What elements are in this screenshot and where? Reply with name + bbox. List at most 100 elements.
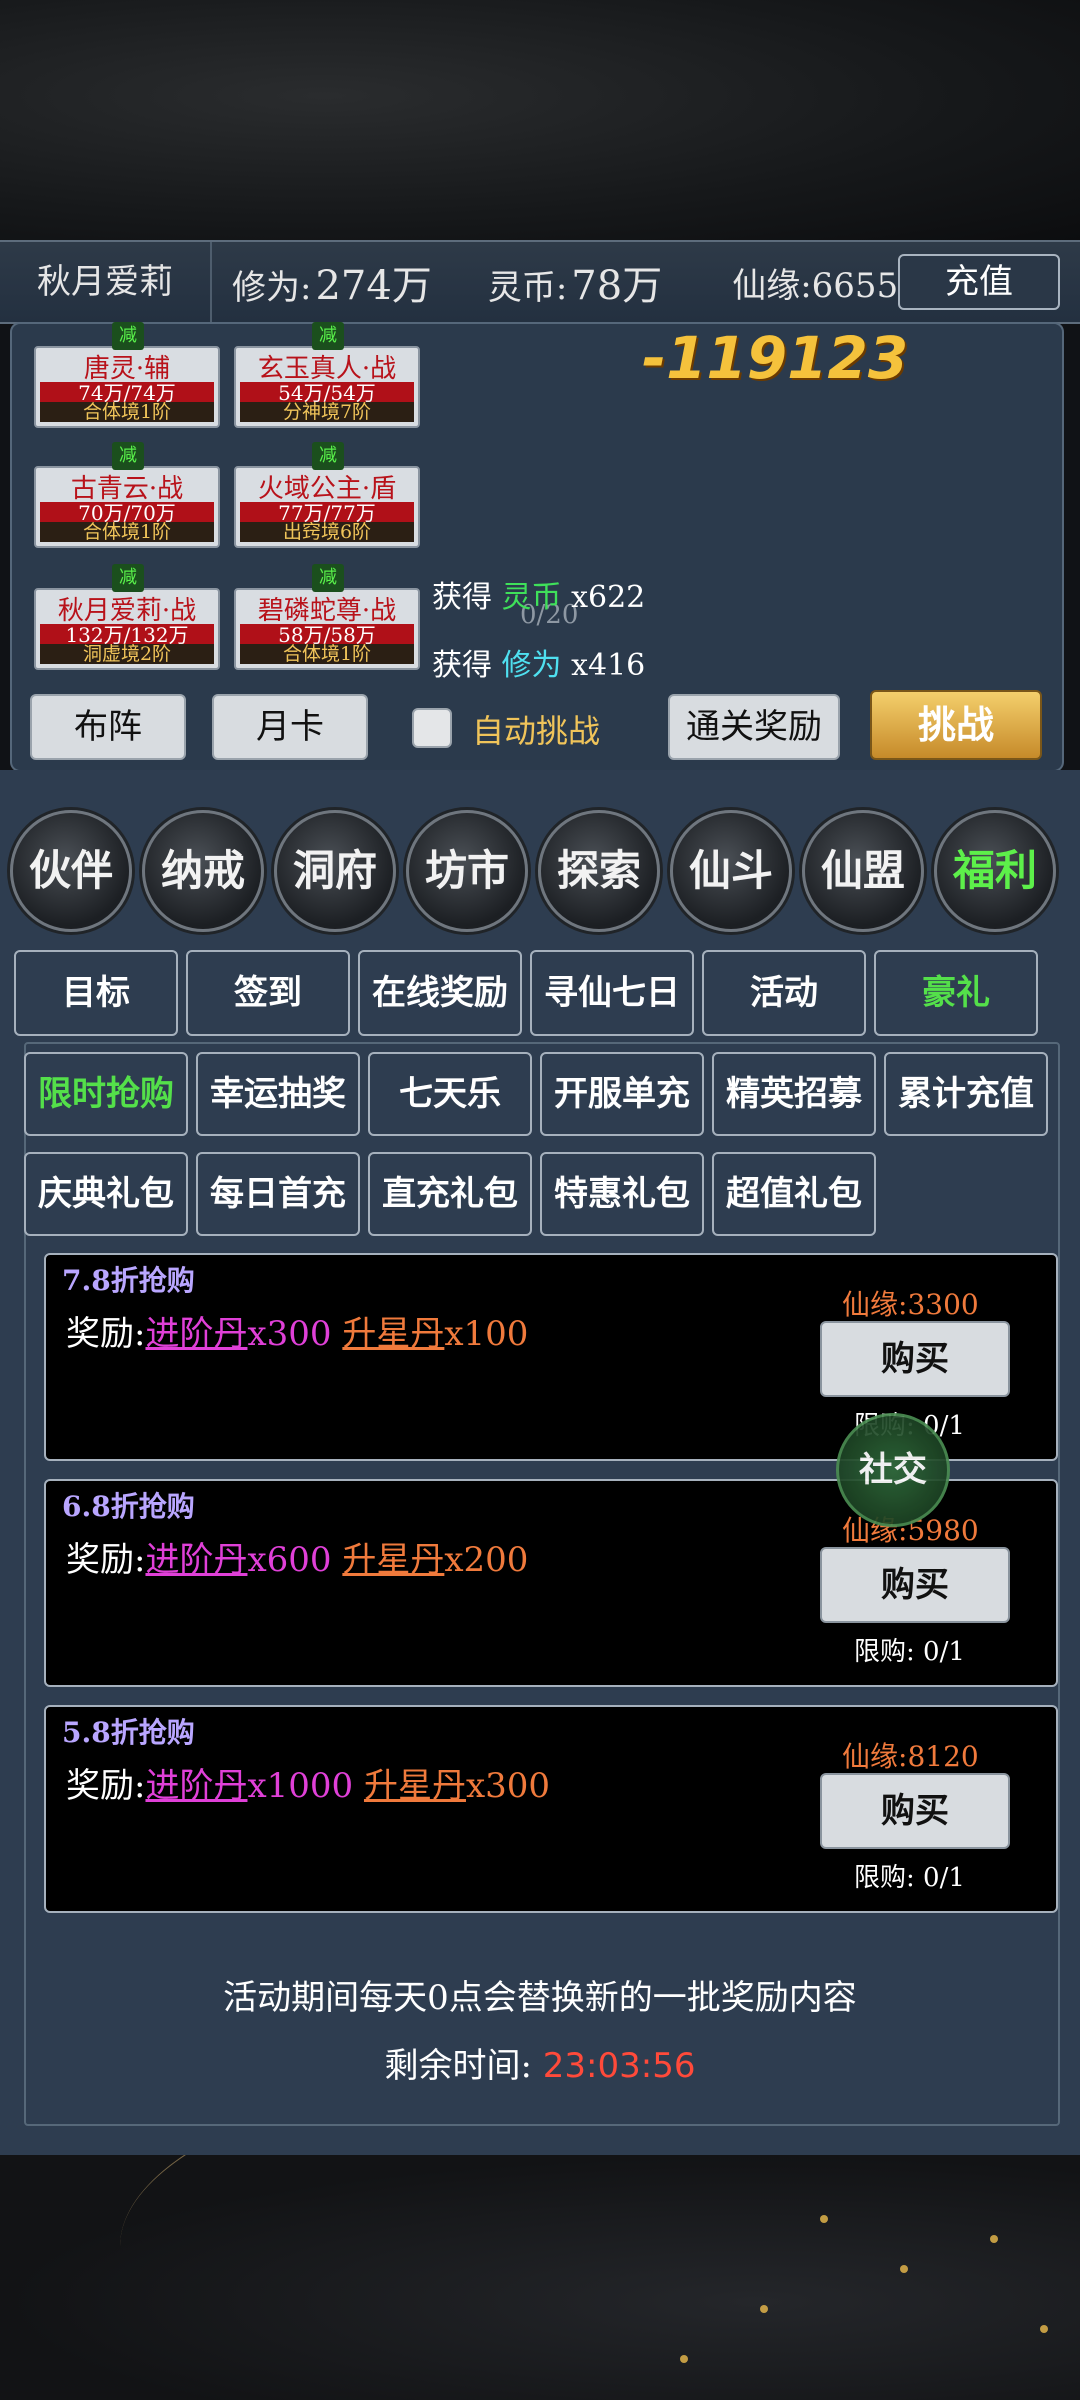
subtab-celebration-pack[interactable]: 庆典礼包 <box>24 1152 188 1236</box>
unit-level: 分神境7阶 <box>240 402 414 422</box>
reward-item-star-pill[interactable]: 升星丹 <box>364 1766 466 1806</box>
event-notice: 活动期间每天0点会替换新的一批奖励内容 <box>223 1978 857 2018</box>
nav-explore[interactable]: 探索 <box>538 810 660 932</box>
gold-sparkle-icon <box>990 2235 998 2243</box>
recharge-button[interactable]: 充值 <box>898 254 1060 310</box>
reward-item-star-pill[interactable]: 升星丹 <box>342 1540 444 1580</box>
unit-name: 火域公主·盾 <box>257 474 397 504</box>
subtab-value-pack[interactable]: 超值礼包 <box>712 1152 876 1236</box>
player-name: 秋月爱莉 <box>0 242 212 322</box>
offer-discount: 5.8折抢购 <box>62 1716 195 1749</box>
subtab-flash-sale[interactable]: 限时抢购 <box>24 1052 188 1136</box>
buy-button[interactable]: 购买 <box>820 1321 1010 1397</box>
unit-level: 合体境1阶 <box>40 522 214 542</box>
reward-item-advance-pill[interactable]: 进阶丹 <box>145 1314 247 1354</box>
limit-label: 限购: <box>854 1863 924 1893</box>
unit-level: 出窍境6阶 <box>240 522 414 542</box>
debuff-reduce-icon: 减 <box>312 564 344 592</box>
subtab-cumulative-recharge[interactable]: 累计充值 <box>884 1052 1048 1136</box>
unit-name: 玄玉真人·战 <box>257 354 397 384</box>
loot-resource: 灵币 <box>501 580 562 615</box>
reward-label: 奖励: <box>66 1314 146 1354</box>
subtab-special-pack[interactable]: 特惠礼包 <box>540 1152 704 1236</box>
tab-checkin[interactable]: 签到 <box>186 950 350 1036</box>
spirit-coin-stat: 灵币: 78万 <box>488 253 662 311</box>
reward-label: 奖励: <box>66 1540 146 1580</box>
reward-qty: x100 <box>444 1314 529 1354</box>
unit-name: 碧磷蛇尊·战 <box>257 596 397 626</box>
auto-challenge-label[interactable]: 自动挑战 <box>472 706 600 752</box>
reward-qty: x300 <box>465 1766 551 1806</box>
subtab-direct-recharge-pack[interactable]: 直充礼包 <box>368 1152 532 1236</box>
debuff-reduce-icon: 减 <box>112 322 144 350</box>
gold-sparkle-icon <box>900 2265 908 2273</box>
price-value: 8120 <box>907 1740 979 1773</box>
nav-alliance[interactable]: 仙盟 <box>802 810 924 932</box>
nav-market[interactable]: 坊市 <box>406 810 528 932</box>
subtab-lucky-draw[interactable]: 幸运抽奖 <box>196 1052 360 1136</box>
loot-resource: 修为 <box>501 648 562 683</box>
unit-name: 秋月爱莉·战 <box>57 596 197 626</box>
unit-card[interactable]: 减 火域公主·盾 77万/77万 出窍境6阶 <box>234 442 420 548</box>
reward-label: 奖励: <box>66 1766 146 1806</box>
debuff-reduce-icon: 减 <box>312 322 344 350</box>
debuff-reduce-icon: 减 <box>112 564 144 592</box>
fate-label: 仙缘: <box>732 265 812 306</box>
unit-card[interactable]: 减 唐灵·辅 74万/74万 合体境1阶 <box>34 322 220 428</box>
gold-sparkle-icon <box>1040 2325 1048 2333</box>
challenge-button[interactable]: 挑战 <box>870 690 1042 760</box>
status-bar: 秋月爱莉 修为: 274万 灵币: 78万 仙缘: 6655 充值 <box>0 240 1080 324</box>
purchase-limit: 限购: 0/1 <box>854 1857 965 1894</box>
cultivation-label: 修为: <box>232 268 312 308</box>
tab-online-reward[interactable]: 在线奖励 <box>358 950 522 1036</box>
clear-reward-button[interactable]: 通关奖励 <box>668 694 840 760</box>
unit-card[interactable]: 减 碧磷蛇尊·战 58万/58万 合体境1阶 <box>234 564 420 670</box>
subtab-elite-recruit[interactable]: 精英招募 <box>712 1052 876 1136</box>
fate-stat: 仙缘: 6655 <box>732 258 898 307</box>
nav-storage-ring[interactable]: 纳戒 <box>142 810 264 932</box>
unit-card[interactable]: 减 玄玉真人·战 54万/54万 分神境7阶 <box>234 322 420 428</box>
nav-welfare[interactable]: 福利 <box>934 810 1056 932</box>
nav-cave[interactable]: 洞府 <box>274 810 396 932</box>
purchase-limit: 限购: 0/1 <box>854 1631 965 1668</box>
debuff-reduce-icon: 减 <box>112 442 144 470</box>
remaining-time-value: 23:03:56 <box>542 2046 696 2086</box>
subtab-opening-single-recharge[interactable]: 开服单充 <box>540 1052 704 1136</box>
reward-item-star-pill[interactable]: 升星丹 <box>342 1314 444 1354</box>
reward-item-advance-pill[interactable]: 进阶丹 <box>145 1540 247 1580</box>
subtab-daily-first-recharge[interactable]: 每日首充 <box>196 1152 360 1236</box>
unit-card[interactable]: 减 秋月爱莉·战 132万/132万 洞虚境2阶 <box>34 564 220 670</box>
loot-prefix: 获得 <box>432 648 502 683</box>
cultivation-stat: 修为: 274万 <box>232 253 432 311</box>
gold-sparkle-icon <box>820 2215 828 2223</box>
subtab-seven-day-fun[interactable]: 七天乐 <box>368 1052 532 1136</box>
loot-amount: x416 <box>561 648 646 683</box>
remaining-time: 剩余时间: 23:03:56 <box>0 2038 1080 2087</box>
loot-line: 获得 灵币 x622 <box>432 572 645 616</box>
nav-partner[interactable]: 伙伴 <box>10 810 132 932</box>
offer-reward: 奖励:进阶丹x600 升星丹x200 <box>66 1539 586 1581</box>
unit-card[interactable]: 减 古青云·战 70万/70万 合体境1阶 <box>34 442 220 548</box>
battle-toolbar: 布阵 月卡 自动挑战 通关奖励 挑战 <box>12 680 1062 768</box>
offer-discount: 7.8折抢购 <box>62 1264 195 1297</box>
formation-button[interactable]: 布阵 <box>30 694 186 760</box>
social-button[interactable]: 社交 <box>836 1413 950 1527</box>
auto-challenge-checkbox[interactable] <box>412 708 452 748</box>
bottom-background <box>0 2155 1080 2400</box>
reward-qty: x300 <box>247 1314 343 1354</box>
reward-item-advance-pill[interactable]: 进阶丹 <box>145 1766 247 1806</box>
nav-arena[interactable]: 仙斗 <box>670 810 792 932</box>
tab-events[interactable]: 活动 <box>702 950 866 1036</box>
tab-seven-days[interactable]: 寻仙七日 <box>530 950 694 1036</box>
damage-number: -119123 <box>642 324 909 392</box>
tab-gifts[interactable]: 豪礼 <box>874 950 1038 1036</box>
buy-button[interactable]: 购买 <box>820 1773 1010 1849</box>
buy-button[interactable]: 购买 <box>820 1547 1010 1623</box>
unit-level: 洞虚境2阶 <box>40 644 214 664</box>
decorative-arc <box>120 2155 1080 2400</box>
loot-line: 获得 修为 x416 <box>432 640 645 684</box>
loot-prefix: 获得 <box>432 580 502 615</box>
spirit-coin-value: 78万 <box>571 263 663 309</box>
tab-goals[interactable]: 目标 <box>14 950 178 1036</box>
monthly-card-button[interactable]: 月卡 <box>212 694 368 760</box>
